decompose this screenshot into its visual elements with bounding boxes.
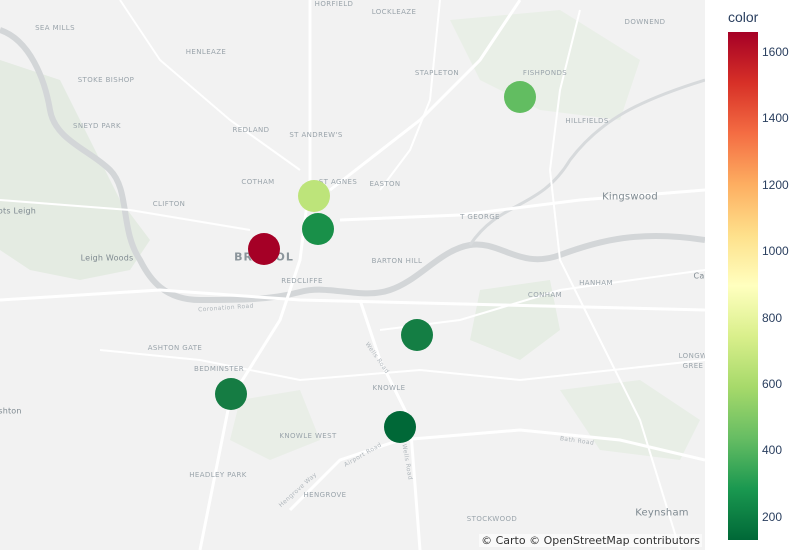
place-label-lockleaze: LOCKLEAZE (371, 8, 417, 16)
place-label-fishponds: FISHPONDS (522, 69, 568, 77)
place-label-hanham: HANHAM (579, 279, 613, 287)
colorbar-tick-label: 1400 (762, 111, 789, 126)
place-label-st-george: T GEORGE (460, 213, 500, 221)
marker-knowle[interactable] (384, 411, 416, 443)
colorbar-tick-label: 400 (762, 443, 783, 458)
place-label-hengrove: HENGROVE (303, 491, 347, 499)
place-label-sneyd-park: SNEYD PARK (72, 122, 122, 130)
place-label-downend: DOWNEND (624, 18, 666, 26)
place-label-knowle-west: KNOWLE WEST (279, 432, 337, 440)
colorbar-tick-label: 1000 (762, 244, 789, 259)
place-label-ashton: shton (0, 406, 22, 416)
place-label-cadbury-heath: Ca (693, 271, 705, 281)
place-label-stapleton: STAPLETON (414, 69, 460, 77)
colorbar-title: color (728, 9, 759, 25)
place-label-leigh-woods: Leigh Woods (80, 253, 134, 263)
colorbar-tick-label: 1600 (762, 44, 789, 59)
colorbar-gradient (728, 32, 758, 540)
marker-city-centre[interactable] (302, 213, 334, 245)
colorbar-tick-label: 800 (762, 310, 783, 325)
marker-bedminster[interactable] (215, 378, 247, 410)
place-label-longwell-green-2: GREE (682, 362, 704, 370)
place-label-kingswood: Kingswood (602, 191, 658, 203)
place-label-longwell-green: LONGW (678, 352, 705, 360)
place-label-sea-mills: SEA MILLS (35, 24, 75, 32)
colorbar-tick-label: 1200 (762, 177, 789, 192)
place-label-redland: REDLAND (232, 126, 270, 134)
place-label-keynsham: Keynsham (635, 507, 689, 519)
colorbar-tick-label: 200 (762, 509, 783, 524)
place-label-bedminster: BEDMINSTER (194, 365, 244, 373)
place-label-abbots-leigh: ots Leigh (0, 206, 37, 216)
place-label-horfield: HORFIELD (314, 0, 354, 8)
place-label-henleaze: HENLEAZE (185, 48, 227, 56)
map-attribution[interactable]: © Carto © OpenStreetMap contributors (479, 534, 702, 547)
place-label-clifton: CLIFTON (152, 200, 186, 208)
marker-bristol[interactable] (248, 233, 280, 265)
marker-st-agnes[interactable] (298, 180, 330, 212)
place-label-ashton-gate: ASHTON GATE (147, 344, 203, 352)
place-label-knowle: KNOWLE (372, 384, 406, 392)
place-label-stoke-bishop: STOKE BISHOP (77, 76, 135, 84)
marker-st-annes[interactable] (401, 319, 433, 351)
place-label-st-andrews: ST ANDREW'S (289, 131, 343, 139)
place-label-headley-park: HEADLEY PARK (189, 471, 247, 479)
map-viewport[interactable]: HORFIELD LOCKLEAZE SEA MILLS DOWNEND HEN… (0, 0, 705, 550)
colorbar: color 200 400 600 800 1000 1200 1400 1600 (705, 0, 800, 550)
place-label-redcliffe: REDCLIFFE (281, 277, 323, 285)
place-label-barton-hill: BARTON HILL (371, 257, 423, 265)
place-label-easton: EASTON (369, 180, 401, 188)
colorbar-tick-label: 600 (762, 376, 783, 391)
marker-fishponds[interactable] (504, 81, 536, 113)
place-label-conham: CONHAM (527, 291, 563, 299)
place-label-cotham: COTHAM (241, 178, 275, 186)
place-label-hillfields: HILLFIELDS (565, 117, 609, 125)
place-label-stockwood: STOCKWOOD (466, 515, 518, 523)
